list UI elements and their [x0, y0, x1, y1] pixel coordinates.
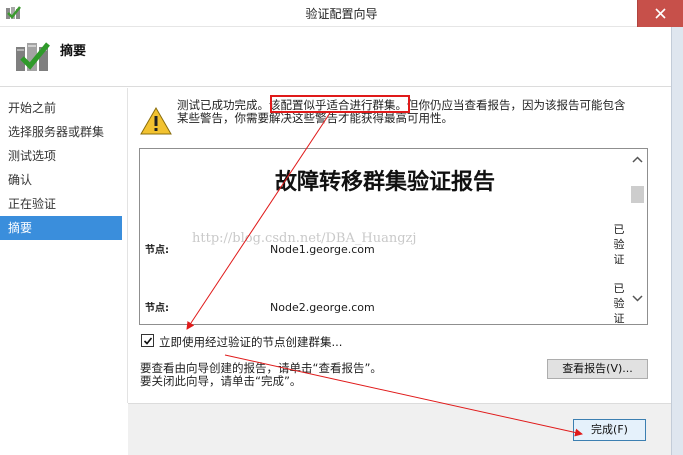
nav-item-summary[interactable]: 摘要: [0, 216, 122, 240]
cluster-validation-icon: [16, 42, 50, 71]
nav-item-testing-options[interactable]: 测试选项: [0, 144, 122, 168]
annotation-highlight-box: [270, 95, 410, 113]
finish-button[interactable]: 完成(F): [573, 419, 646, 441]
wizard-steps-nav: 开始之前 选择服务器或群集 测试选项 确认 正在验证 摘要: [0, 96, 122, 240]
close-icon: [655, 8, 666, 19]
wizard-header: 摘要: [0, 27, 683, 87]
window-title: 验证配置向导: [305, 7, 378, 21]
nav-item-confirmation[interactable]: 确认: [0, 168, 122, 192]
title-bar: 验证配置向导: [0, 0, 683, 27]
node-value: Node1.george.com: [270, 243, 375, 256]
nav-item-validating[interactable]: 正在验证: [0, 192, 122, 216]
summary-line-2: 某些警告，你需要解决这些警告才能获得最高可用性。: [177, 111, 453, 125]
node-status: 已 验 证: [613, 282, 625, 325]
close-button[interactable]: [637, 0, 683, 27]
scroll-down-icon[interactable]: [632, 295, 643, 302]
scroll-up-icon[interactable]: [632, 156, 643, 163]
create-cluster-checkbox[interactable]: [141, 334, 154, 347]
view-report-button[interactable]: 查看报告(V)...: [547, 359, 648, 379]
report-preview[interactable]: 故障转移群集验证报告 http://blog.csdn.net/DBA_Huan…: [139, 148, 648, 325]
report-title: 故障转移群集验证报告: [274, 170, 495, 195]
nav-item-select-servers[interactable]: 选择服务器或群集: [0, 120, 122, 144]
summary-message: 测试已成功完成。该配置似乎适合进行群集。但你仍应当查看报告，因为该报告可能包含 …: [177, 99, 657, 125]
checkmark-icon: [143, 337, 153, 345]
report-scrollbar[interactable]: [628, 149, 647, 324]
node-label: 节点:: [145, 245, 169, 256]
node-label: 节点:: [145, 303, 169, 314]
create-cluster-label[interactable]: 立即使用经过验证的节点创建群集...: [159, 334, 342, 350]
scroll-thumb[interactable]: [631, 186, 644, 203]
finish-hint: 要关闭此向导，请单击“完成”。: [140, 374, 302, 388]
page-title: 摘要: [60, 44, 87, 59]
nav-item-before-you-begin[interactable]: 开始之前: [0, 96, 122, 120]
node-value: Node2.george.com: [270, 301, 375, 314]
window-side-strip: [671, 27, 683, 455]
node-status: 已 验 证: [613, 223, 625, 266]
warning-icon: [140, 107, 172, 135]
nav-divider: [127, 88, 128, 403]
